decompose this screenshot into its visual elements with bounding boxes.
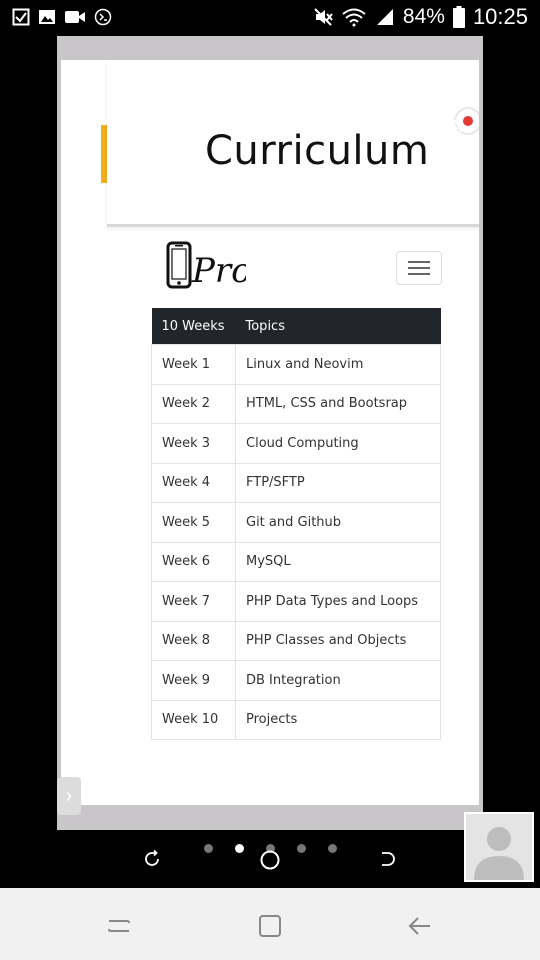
video-icon — [65, 11, 85, 23]
curriculum-table: 10 Weeks Topics Week 1 Linux and Neovim W… — [151, 308, 441, 740]
system-nav-bar — [0, 888, 540, 960]
table-row: Week 10 Projects — [151, 699, 441, 740]
recent-apps-icon[interactable] — [105, 912, 133, 940]
column-header-weeks: 10 Weeks — [151, 308, 236, 345]
week-cell: Week 1 — [151, 344, 236, 385]
side-panel-toggle[interactable]: › — [57, 777, 81, 815]
week-cell: Week 5 — [151, 502, 236, 543]
page-dot[interactable] — [204, 844, 213, 853]
table-row: Week 4 FTP/SFTP — [151, 462, 441, 503]
column-header-topics: Topics — [235, 308, 441, 345]
profile-thumbnail[interactable] — [464, 812, 534, 882]
table-row: Week 3 Cloud Computing — [151, 423, 441, 464]
topic-cell: MySQL — [235, 541, 441, 582]
rotate-icon[interactable] — [142, 849, 162, 869]
terminal-icon — [94, 8, 112, 26]
page-dot[interactable] — [297, 844, 306, 853]
table-row: Week 5 Git and Github — [151, 502, 441, 543]
signal-icon — [376, 9, 393, 25]
table-row: Week 1 Linux and Neovim — [151, 344, 441, 385]
chevron-right-icon: › — [65, 785, 73, 807]
battery-icon — [452, 6, 465, 28]
status-left-icons — [12, 8, 112, 26]
week-cell: Week 6 — [151, 541, 236, 582]
week-cell: Week 10 — [151, 699, 236, 740]
topic-cell: Linux and Neovim — [235, 344, 441, 385]
record-dot-icon — [463, 116, 473, 126]
svg-text:Prof: Prof — [191, 251, 246, 291]
week-cell: Week 3 — [151, 423, 236, 464]
clock: 10:25 — [472, 4, 528, 29]
menu-toggle-button[interactable] — [396, 251, 442, 285]
week-cell: Week 4 — [151, 462, 236, 503]
topic-cell: FTP/SFTP — [235, 462, 441, 503]
table-row: Week 6 MySQL — [151, 541, 441, 582]
header-card: Curriculum — [107, 60, 479, 227]
home-icon[interactable] — [256, 912, 284, 940]
table-row: Week 9 DB Integration — [151, 660, 441, 701]
table-header-row: 10 Weeks Topics — [151, 308, 441, 345]
home-circle-icon[interactable] — [259, 849, 281, 871]
week-cell: Week 9 — [151, 660, 236, 701]
topic-cell: Projects — [235, 699, 441, 740]
topic-cell: DB Integration — [235, 660, 441, 701]
back-curve-icon[interactable] — [378, 849, 398, 869]
table-row: Week 8 PHP Classes and Objects — [151, 620, 441, 661]
status-bar: 84% 10:25 — [0, 0, 540, 36]
web-page[interactable]: Curriculum Prof 10 Weeks Topics Week 1Li… — [61, 60, 479, 805]
hamburger-icon — [408, 261, 430, 263]
prof-logo[interactable]: Prof — [166, 240, 246, 298]
back-arrow-icon[interactable] — [406, 912, 434, 940]
page-dot[interactable] — [328, 844, 337, 853]
week-cell: Week 2 — [151, 383, 236, 424]
table-row: Week 7 PHP Data Types and Loops — [151, 581, 441, 622]
topic-cell: Cloud Computing — [235, 423, 441, 464]
table-row: Week 2 HTML, CSS and Bootsrap — [151, 383, 441, 424]
battery-percent: 84% — [402, 5, 445, 28]
image-icon — [39, 10, 55, 24]
topic-cell: PHP Classes and Objects — [235, 620, 441, 661]
checkbox-icon — [12, 8, 30, 26]
topic-cell: HTML, CSS and Bootsrap — [235, 383, 441, 424]
mute-icon — [314, 8, 333, 26]
wifi-icon — [342, 8, 366, 27]
topic-cell: PHP Data Types and Loops — [235, 581, 441, 622]
recording-label: rding — [423, 113, 464, 133]
week-cell: Week 7 — [151, 581, 236, 622]
status-right: 84% 10:25 — [313, 4, 528, 30]
avatar-icon — [466, 814, 532, 880]
topic-cell: Git and Github — [235, 502, 441, 543]
page-dot-active[interactable] — [235, 844, 244, 853]
week-cell: Week 8 — [151, 620, 236, 661]
page-title: Curriculum — [205, 128, 430, 174]
